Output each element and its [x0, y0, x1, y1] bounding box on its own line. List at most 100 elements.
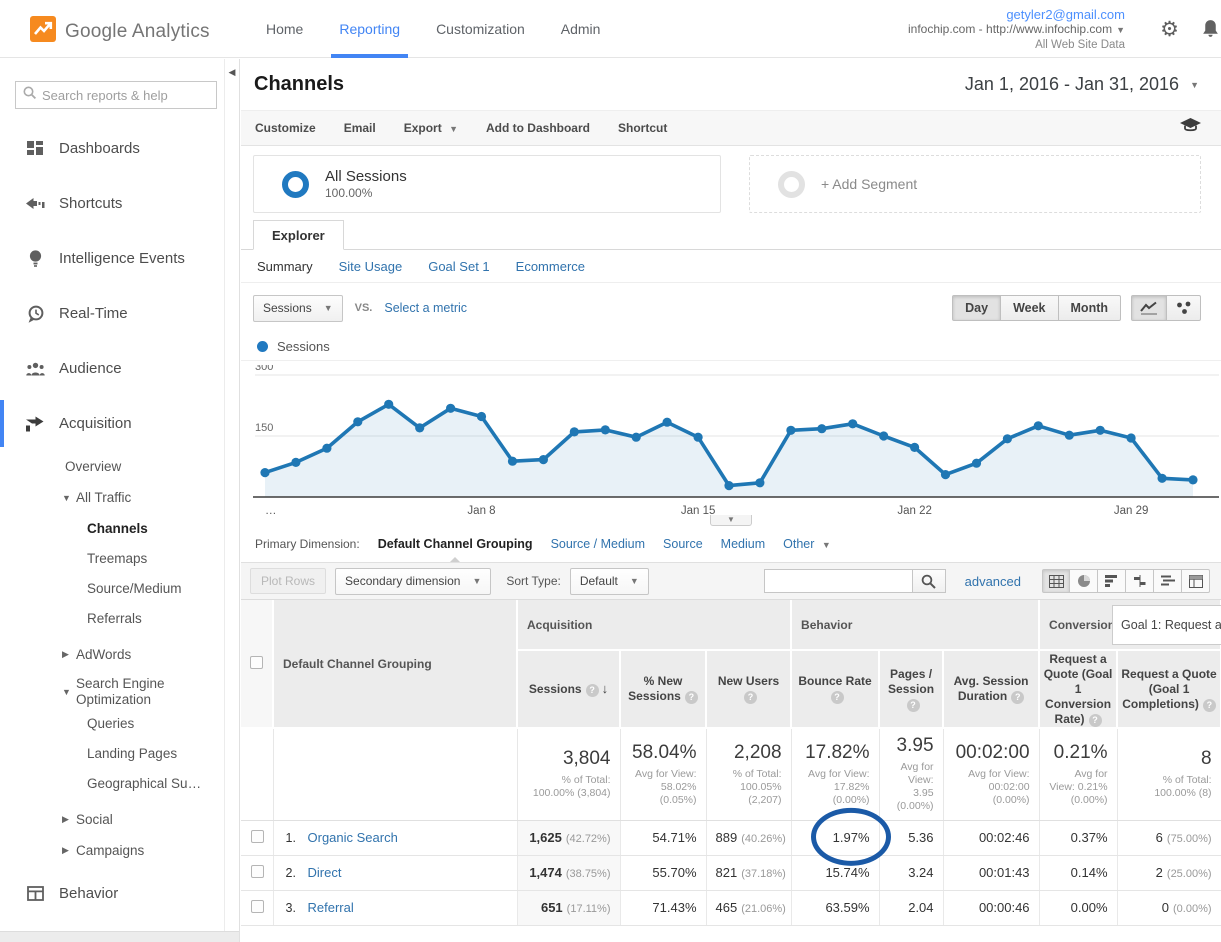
secondary-dimension-dropdown[interactable]: Secondary dimension ▼	[335, 568, 491, 595]
comparison-view-icon[interactable]	[1126, 569, 1154, 593]
sidebar-item-real-time[interactable]: Real-Time	[0, 286, 239, 341]
term-cloud-view-icon[interactable]	[1154, 569, 1182, 593]
notifications-bell-icon[interactable]	[1200, 18, 1221, 44]
sidebar-item-dashboards[interactable]: Dashboards	[0, 121, 239, 176]
tab-explorer[interactable]: Explorer	[253, 220, 344, 250]
sidebar-item-behavior[interactable]: Behavior	[0, 866, 239, 921]
sidebar-item-adwords[interactable]: ▶AdWords	[0, 639, 239, 670]
dimension-column-header[interactable]: Default Channel Grouping	[273, 600, 517, 728]
select-metric-link[interactable]: Select a metric	[384, 301, 467, 315]
help-icon[interactable]: ?	[831, 691, 844, 704]
topnav-home[interactable]: Home	[248, 0, 321, 58]
legend-dot-icon	[257, 341, 268, 352]
plot-rows-button[interactable]: Plot Rows	[250, 568, 326, 594]
sidebar-item-campaigns[interactable]: ▶Campaigns	[0, 835, 239, 866]
customize-button[interactable]: Customize	[255, 121, 316, 135]
subtab-site-usage[interactable]: Site Usage	[339, 259, 403, 274]
collapse-left-icon[interactable]: ◀	[225, 67, 239, 78]
dimension-default-channel-grouping[interactable]: Default Channel Grouping	[378, 537, 533, 551]
sidebar-item-audience[interactable]: Audience	[0, 341, 239, 396]
topnav-reporting[interactable]: Reporting	[321, 0, 418, 58]
topnav-customization[interactable]: Customization	[418, 0, 543, 58]
column-header--new-sessions[interactable]: % New Sessions?	[620, 650, 706, 728]
export-button[interactable]: Export ▼	[404, 121, 458, 135]
date-range-selector[interactable]: Jan 1, 2016 - Jan 31, 2016 ▼	[965, 74, 1199, 95]
sidebar-item-geographical-su-[interactable]: Geographical Su…	[0, 768, 239, 798]
sidebar-item-shortcuts[interactable]: Shortcuts	[0, 176, 239, 231]
help-icon[interactable]: ?	[1011, 691, 1024, 704]
help-icon[interactable]: ?	[1203, 699, 1216, 712]
subtab-goal-set-1[interactable]: Goal Set 1	[428, 259, 489, 274]
column-header-avg-session-duration[interactable]: Avg. Session Duration?	[943, 650, 1039, 728]
sidebar-item-channels[interactable]: Channels	[0, 513, 239, 543]
subtab-summary[interactable]: Summary	[257, 259, 313, 274]
account-property[interactable]: infochip.com - http://www.infochip.com▼	[908, 22, 1125, 38]
add-to-dashboard-button[interactable]: Add to Dashboard	[486, 121, 590, 135]
sidebar-item-acquisition[interactable]: Acquisition	[0, 396, 239, 451]
dimension-source-medium[interactable]: Source / Medium	[551, 537, 645, 551]
percentage-view-icon[interactable]	[1070, 569, 1098, 593]
sidebar-item-referrals[interactable]: Referrals	[0, 603, 239, 633]
column-header-request-a-quote-goal-1-completions-[interactable]: Request a Quote (Goal 1 Completions)?	[1117, 650, 1221, 728]
row-checkbox[interactable]	[251, 900, 264, 913]
search-input[interactable]	[42, 88, 202, 103]
gear-icon[interactable]: ⚙	[1160, 17, 1179, 42]
help-icon[interactable]: ?	[685, 691, 698, 704]
account-info[interactable]: getyler2@gmail.com infochip.com - http:/…	[908, 7, 1125, 53]
sort-type-dropdown[interactable]: Default ▼	[570, 568, 649, 595]
sidebar-item-all-traffic[interactable]: ▼All Traffic	[0, 482, 239, 513]
dimension-other[interactable]: Other ▼	[783, 537, 831, 551]
sidebar-item-search-engine-optimization[interactable]: ▼Search Engine Optimization	[0, 676, 239, 708]
shortcut-button[interactable]: Shortcut	[618, 121, 667, 135]
help-icon[interactable]: ?	[1089, 714, 1102, 727]
google-analytics-logo[interactable]: Google Analytics	[30, 16, 210, 47]
add-segment-button[interactable]: + Add Segment	[749, 155, 1201, 213]
academy-cap-icon[interactable]	[1180, 118, 1201, 138]
channel-link[interactable]: Referral	[308, 900, 354, 915]
help-icon[interactable]: ?	[744, 691, 757, 704]
table-search-button[interactable]	[912, 569, 946, 593]
sidebar-item-social[interactable]: ▶Social	[0, 804, 239, 835]
advanced-search-link[interactable]: advanced	[965, 574, 1021, 589]
metric-dropdown[interactable]: Sessions ▼	[253, 295, 343, 322]
row-checkbox[interactable]	[251, 830, 264, 843]
help-icon[interactable]: ?	[586, 684, 599, 697]
column-header-bounce-rate[interactable]: Bounce Rate?	[791, 650, 879, 728]
goal-selector-dropdown[interactable]: Goal 1: Request a C	[1112, 605, 1221, 645]
sidebar-item-source-medium[interactable]: Source/Medium	[0, 573, 239, 603]
email-button[interactable]: Email	[344, 121, 376, 135]
column-header-sessions[interactable]: Sessions?↓	[517, 650, 620, 728]
line-chart-icon[interactable]	[1131, 295, 1167, 321]
select-all-checkbox[interactable]	[250, 656, 263, 669]
column-header-pages-session[interactable]: Pages / Session?	[879, 650, 943, 728]
motion-chart-icon[interactable]	[1167, 295, 1201, 321]
table-search-input[interactable]	[764, 569, 912, 593]
all-sessions-segment[interactable]: All Sessions 100.00%	[253, 155, 721, 213]
sidebar-item-landing-pages[interactable]: Landing Pages	[0, 738, 239, 768]
row-checkbox[interactable]	[251, 865, 264, 878]
sidebar-collapse-strip[interactable]: ◀	[224, 59, 239, 942]
sidebar-item-overview[interactable]: Overview	[0, 451, 239, 482]
chart-collapse-handle[interactable]: ▼	[710, 515, 752, 526]
table-view-icon[interactable]	[1042, 569, 1070, 593]
column-header-request-a-quote-goal-1-conversion-rate-[interactable]: Request a Quote (Goal 1 Conversion Rate)…	[1039, 650, 1117, 728]
dimension-medium[interactable]: Medium	[721, 537, 765, 551]
channel-link[interactable]: Organic Search	[308, 830, 398, 845]
dimension-source[interactable]: Source	[663, 537, 703, 551]
sessions-chart[interactable]: 150300…Jan 8Jan 15Jan 22Jan 29	[241, 365, 1219, 517]
sidebar-search[interactable]	[15, 81, 217, 109]
pivot-view-icon[interactable]	[1182, 569, 1210, 593]
granularity-month[interactable]: Month	[1059, 295, 1121, 321]
help-icon[interactable]: ?	[907, 699, 920, 712]
sidebar-item-treemaps[interactable]: Treemaps	[0, 543, 239, 573]
column-header-new-users[interactable]: New Users?	[706, 650, 791, 728]
subtab-ecommerce[interactable]: Ecommerce	[516, 259, 585, 274]
sidebar-item-intelligence-events[interactable]: Intelligence Events	[0, 231, 239, 286]
topnav-admin[interactable]: Admin	[543, 0, 619, 58]
performance-view-icon[interactable]	[1098, 569, 1126, 593]
granularity-day[interactable]: Day	[952, 295, 1001, 321]
channel-link[interactable]: Direct	[308, 865, 342, 880]
sidebar-item-queries[interactable]: Queries	[0, 708, 239, 738]
granularity-week[interactable]: Week	[1001, 295, 1058, 321]
account-email[interactable]: getyler2@gmail.com	[908, 7, 1125, 22]
